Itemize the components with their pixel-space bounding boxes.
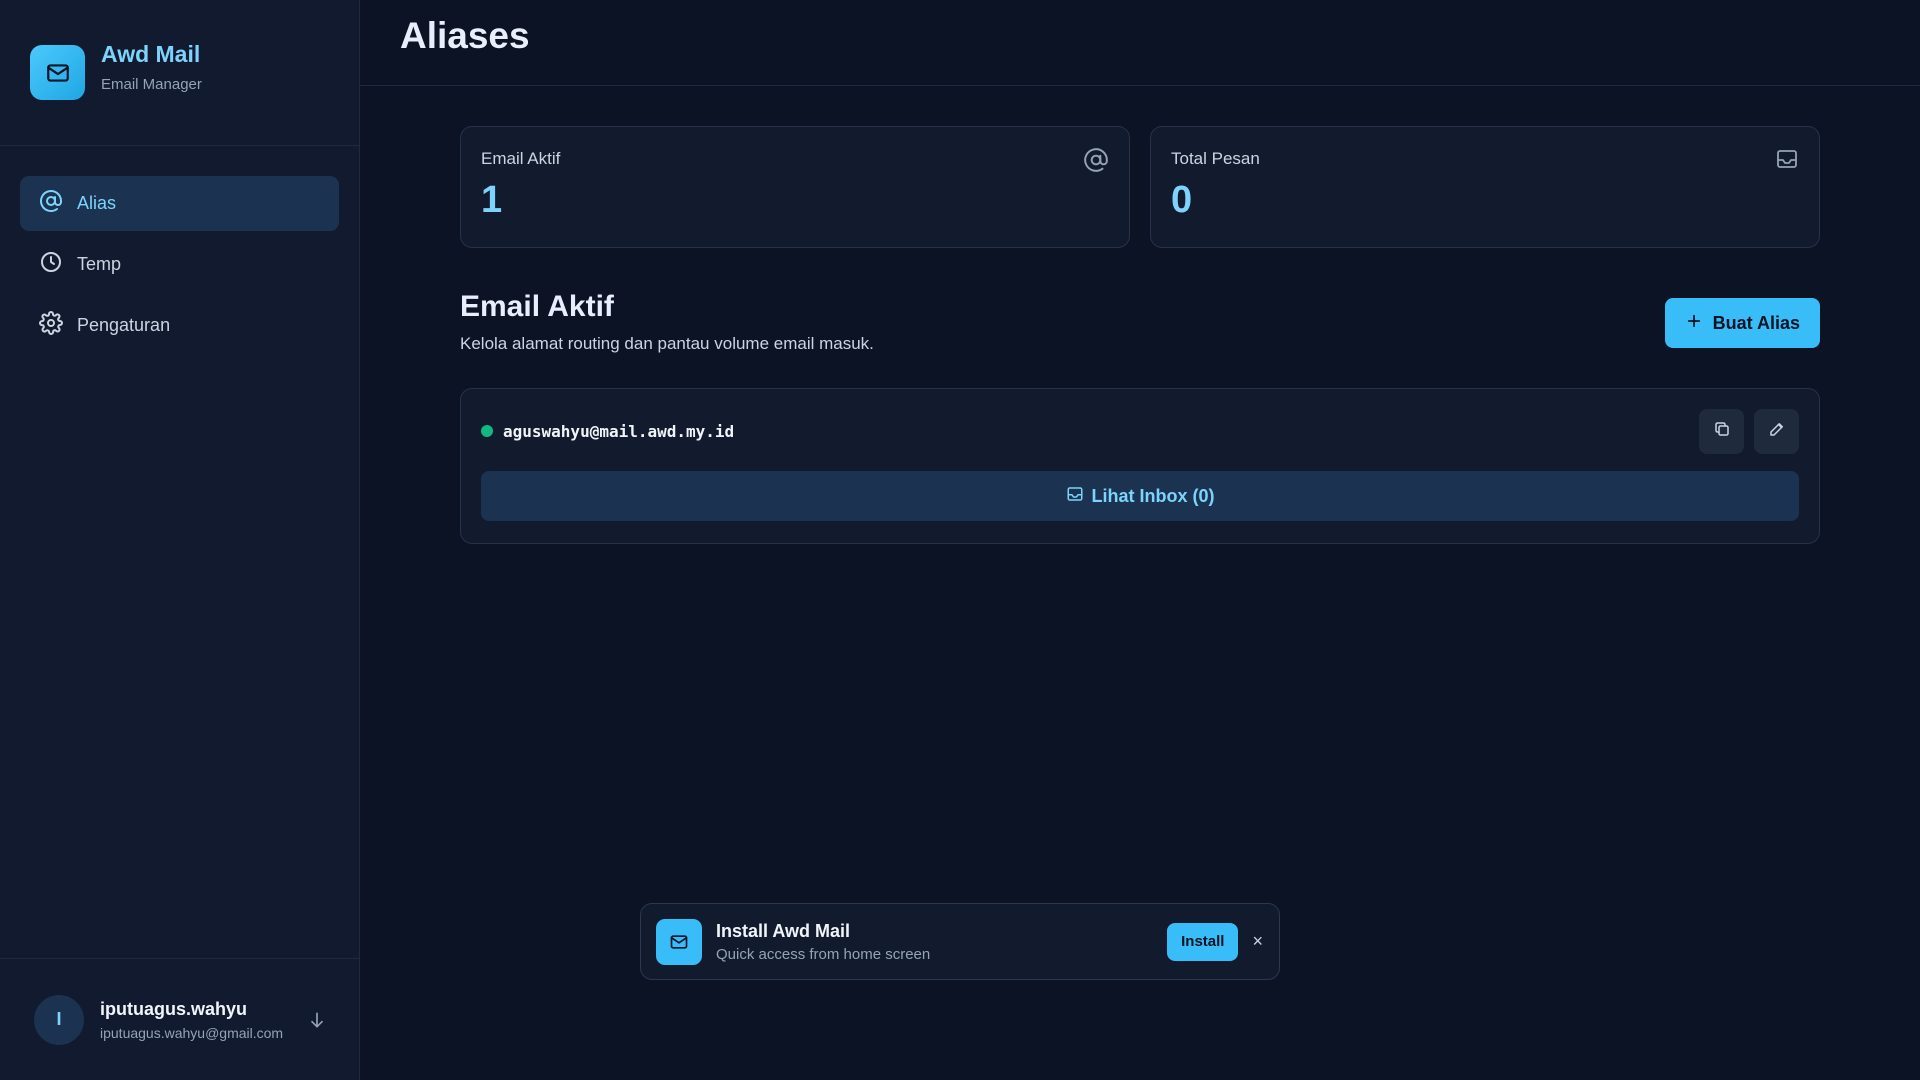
- sidebar-item-label: Alias: [77, 193, 117, 213]
- install-title: Install Awd Mail: [716, 920, 851, 941]
- install-subtitle: Quick access from home screen: [716, 945, 931, 963]
- sidebar-item-label: Pengaturan: [77, 315, 171, 335]
- stat-card-total-pesan: Total Pesan 0: [1150, 126, 1820, 248]
- section-description: Kelola alamat routing dan pantau volume …: [460, 334, 874, 353]
- stat-card-email-aktif: Email Aktif 1: [460, 126, 1130, 248]
- copy-icon: [1713, 420, 1731, 443]
- avatar[interactable]: I: [34, 994, 84, 1045]
- copy-button[interactable]: [1699, 408, 1744, 454]
- sidebar: Awd Mail Email Manager Alias Temp Pengat…: [0, 0, 360, 1080]
- sidebar-item-pengaturan[interactable]: Pengaturan: [20, 298, 339, 353]
- section-heading: Email Aktif Kelola alamat routing dan pa…: [460, 290, 874, 354]
- main-content: Aliases Email Aktif 1 Total Pesan 0 Emai…: [360, 0, 1920, 1080]
- stat-value: 0: [1171, 179, 1193, 221]
- view-inbox-label: Lihat Inbox (0): [1091, 485, 1215, 506]
- install-button[interactable]: Install: [1167, 922, 1239, 961]
- alias-info: aguswahyu@mail.awd.my.id: [481, 422, 734, 441]
- alias-address: aguswahyu@mail.awd.my.id: [503, 421, 735, 441]
- user-email: iputuagus.wahyu@gmail.com: [100, 1024, 284, 1041]
- alias-card: aguswahyu@mail.awd.my.id Lihat Inbox (0): [460, 388, 1820, 544]
- stat-value: 1: [481, 179, 503, 221]
- create-alias-button[interactable]: Buat Alias: [1664, 298, 1820, 348]
- brand: Awd Mail Email Manager: [0, 0, 359, 146]
- plus-icon: [1685, 312, 1703, 335]
- brand-subtitle: Email Manager: [101, 75, 202, 93]
- install-text: Install Awd Mail Quick access from home …: [716, 921, 1167, 963]
- pencil-icon: [1768, 420, 1786, 443]
- stat-label: Email Aktif: [481, 149, 561, 168]
- view-inbox-button[interactable]: Lihat Inbox (0): [481, 471, 1799, 521]
- content-area: Email Aktif 1 Total Pesan 0 Email Aktif …: [460, 86, 1820, 544]
- create-alias-label: Buat Alias: [1712, 312, 1800, 333]
- section-title: Email Aktif: [460, 290, 614, 323]
- inbox-icon: [1066, 485, 1084, 508]
- at-sign-icon: [39, 189, 63, 218]
- section-header: Email Aktif Kelola alamat routing dan pa…: [460, 290, 1820, 354]
- sidebar-item-temp[interactable]: Temp: [20, 237, 339, 292]
- sidebar-item-label: Temp: [77, 254, 122, 274]
- alias-actions: [1699, 408, 1799, 454]
- at-sign-icon: [1083, 147, 1109, 178]
- brand-text: Awd Mail Email Manager: [101, 41, 202, 93]
- mail-logo-icon: [30, 45, 85, 100]
- close-icon[interactable]: ×: [1252, 931, 1263, 952]
- arrow-down-icon[interactable]: [307, 1010, 327, 1030]
- status-indicator: [481, 425, 493, 437]
- install-banner: Install Awd Mail Quick access from home …: [640, 903, 1280, 980]
- clock-icon: [39, 250, 63, 279]
- user-info: iputuagus.wahyu iputuagus.wahyu@gmail.co…: [100, 999, 283, 1041]
- brand-name: Awd Mail: [101, 40, 201, 67]
- gear-icon: [39, 311, 63, 340]
- mail-icon: [656, 918, 702, 965]
- stat-label: Total Pesan: [1171, 149, 1260, 168]
- edit-button[interactable]: [1754, 408, 1799, 454]
- stats-row: Email Aktif 1 Total Pesan 0: [460, 126, 1820, 248]
- app-root: Awd Mail Email Manager Alias Temp Pengat…: [0, 0, 1920, 1080]
- sidebar-nav: Alias Temp Pengaturan: [0, 146, 359, 353]
- user-profile: I iputuagus.wahyu iputuagus.wahyu@gmail.…: [0, 958, 359, 1080]
- page-title: Aliases: [400, 14, 530, 56]
- inbox-icon: [1775, 147, 1799, 176]
- topbar: Aliases: [360, 0, 1920, 86]
- alias-row: aguswahyu@mail.awd.my.id: [481, 408, 1799, 454]
- user-name: iputuagus.wahyu: [100, 998, 248, 1019]
- sidebar-item-alias[interactable]: Alias: [20, 176, 339, 231]
